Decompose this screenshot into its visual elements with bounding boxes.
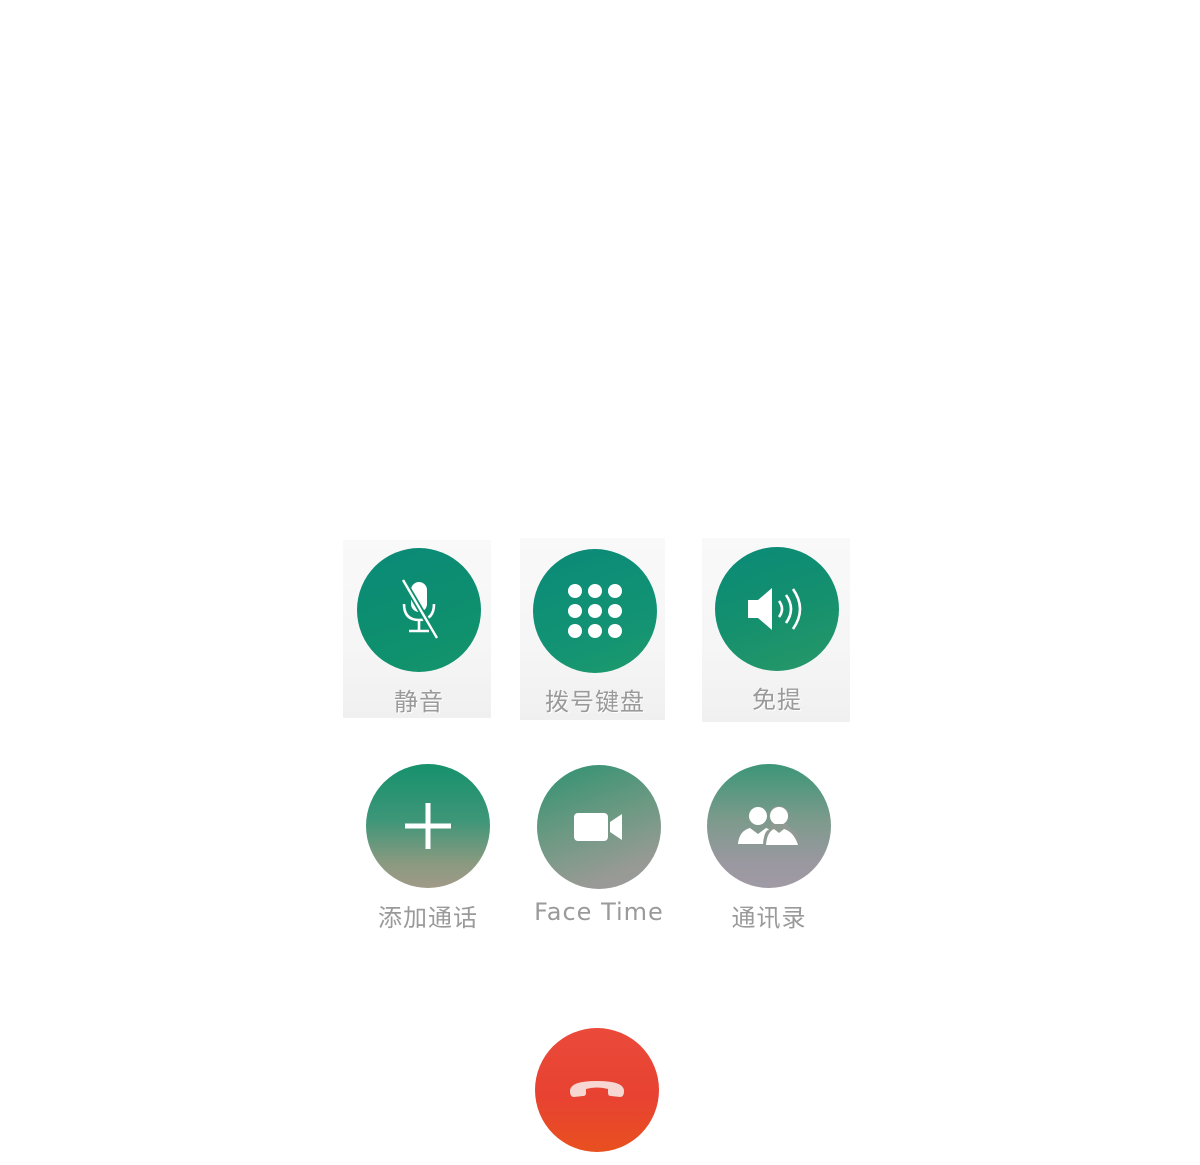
contacts-icon	[736, 804, 802, 848]
add-call-label: 添加通话	[378, 904, 478, 932]
speaker-icon	[744, 583, 810, 635]
speaker-label: 免提	[752, 686, 802, 714]
contacts-label: 通讯录	[731, 904, 807, 932]
plus-icon	[403, 801, 453, 851]
keypad-label: 拨号键盘	[545, 688, 645, 716]
speaker-button[interactable]	[715, 547, 839, 671]
end-call-button[interactable]	[535, 1028, 659, 1152]
facetime-button[interactable]	[537, 765, 661, 889]
call-screen: 静音 拨号键盘 免提 添加通话 Face Time 通讯录	[0, 0, 1200, 1165]
add-call-button[interactable]	[366, 764, 490, 888]
mic-off-icon	[389, 578, 449, 642]
video-camera-icon	[572, 810, 626, 844]
contacts-button[interactable]	[707, 764, 831, 888]
mute-label: 静音	[394, 688, 444, 716]
hang-up-icon	[567, 1075, 627, 1105]
keypad-button[interactable]	[533, 549, 657, 673]
mute-button[interactable]	[357, 548, 481, 672]
keypad-icon	[567, 583, 623, 639]
